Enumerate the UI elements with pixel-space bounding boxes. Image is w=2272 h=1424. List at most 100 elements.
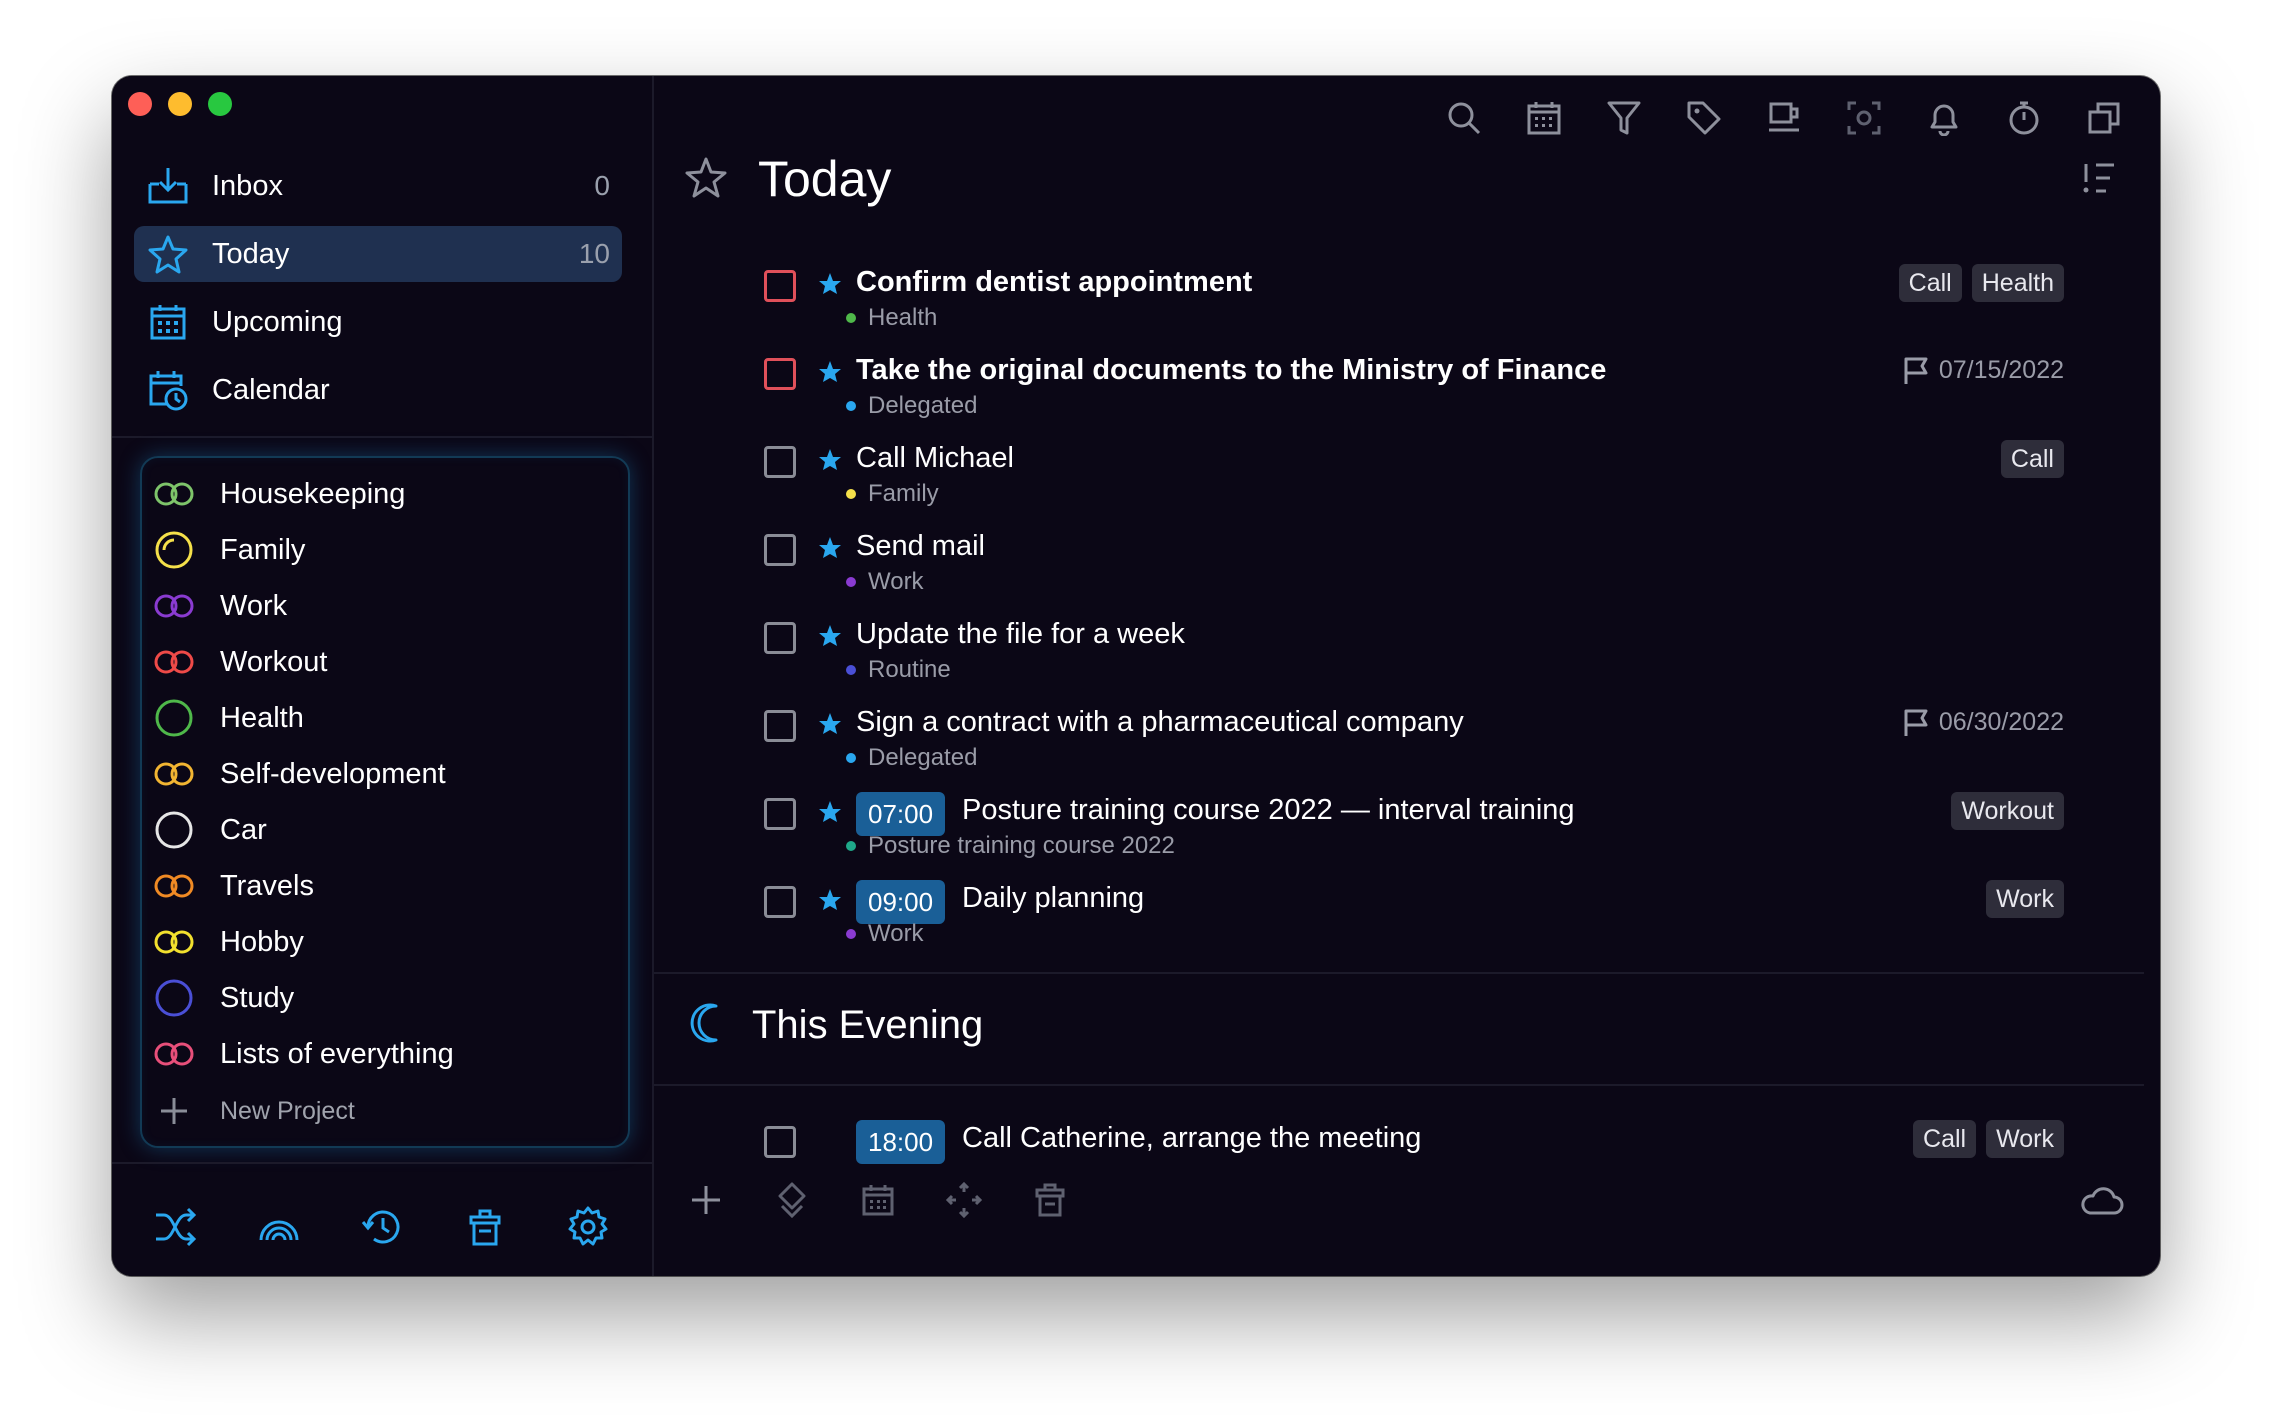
traffic-lights xyxy=(128,92,232,116)
zoom-window-button[interactable] xyxy=(208,92,232,116)
project-item-workout[interactable]: Workout xyxy=(142,634,628,690)
task-row[interactable]: Confirm dentist appointment Health Call … xyxy=(764,260,2064,340)
cloud-icon[interactable] xyxy=(2080,1186,2124,1221)
tag-call[interactable]: Call xyxy=(2000,440,2064,478)
tag-work[interactable]: Work xyxy=(1986,1120,2064,1158)
task-row[interactable]: Call Michael Family Call xyxy=(764,436,2064,516)
star-icon[interactable] xyxy=(818,624,842,653)
project-item-housekeeping[interactable]: Housekeeping xyxy=(142,466,628,522)
sidebar-item-calendar[interactable]: Calendar xyxy=(134,362,622,418)
project-item-work[interactable]: Work xyxy=(142,578,628,634)
evening-section-header: This Evening xyxy=(690,1002,983,1049)
project-item-study[interactable]: Study xyxy=(142,970,628,1026)
tag-icon[interactable] xyxy=(1680,94,1728,142)
task-checkbox[interactable] xyxy=(764,798,796,830)
task-row[interactable]: 09:00 Daily planning Work Work xyxy=(764,876,2064,956)
trash-icon[interactable] xyxy=(459,1201,511,1253)
project-item-health[interactable]: Health xyxy=(142,690,628,746)
task-row[interactable]: 07:00 Posture training course 2022 — int… xyxy=(764,788,2064,868)
time-badge[interactable]: 07:00 xyxy=(856,792,946,836)
task-checkbox[interactable] xyxy=(764,1126,796,1158)
task-row[interactable]: Take the original documents to the Minis… xyxy=(764,348,2064,428)
sidebar-bottom-divider xyxy=(112,1162,652,1164)
project-item-self-development[interactable]: Self-development xyxy=(142,746,628,802)
rainbow-icon[interactable] xyxy=(253,1201,305,1253)
timer-icon[interactable] xyxy=(2000,94,2048,142)
close-window-button[interactable] xyxy=(128,92,152,116)
task-tags: Call Health xyxy=(1898,264,2064,302)
task-checkbox[interactable] xyxy=(764,622,796,654)
task-checkbox[interactable] xyxy=(764,446,796,478)
project-label: Study xyxy=(220,981,295,1014)
copy-icon[interactable] xyxy=(2080,94,2128,142)
project-list: Housekeeping Family Work Workout Health … xyxy=(140,456,630,1148)
bell-icon[interactable] xyxy=(1920,94,1968,142)
task-row[interactable]: Send mail Work xyxy=(764,524,2064,604)
calendar-grid-icon[interactable] xyxy=(1520,94,1568,142)
infinity-icon xyxy=(150,922,198,962)
time-badge[interactable]: 09:00 xyxy=(856,880,946,924)
filter-icon[interactable] xyxy=(1600,94,1648,142)
tag-health[interactable]: Health xyxy=(1971,264,2064,302)
sidebar-item-label: Today xyxy=(212,237,290,270)
minimize-window-button[interactable] xyxy=(168,92,192,116)
plus-icon xyxy=(150,1091,198,1131)
task-row[interactable]: Update the file for a week Routine xyxy=(764,612,2064,692)
time-badge[interactable]: 18:00 xyxy=(856,1120,946,1164)
project-item-car[interactable]: Car xyxy=(142,802,628,858)
task-checkbox[interactable] xyxy=(764,534,796,566)
project-dot xyxy=(846,401,856,411)
sidebar-divider xyxy=(112,436,652,438)
new-project-button[interactable]: New Project xyxy=(142,1082,628,1140)
coffee-icon[interactable] xyxy=(1760,94,1808,142)
focus-icon[interactable] xyxy=(1840,94,1888,142)
star-icon[interactable] xyxy=(818,800,842,829)
task-checkbox[interactable] xyxy=(764,270,796,302)
add-icon[interactable] xyxy=(682,1176,730,1224)
tag-workout[interactable]: Workout xyxy=(1951,792,2064,830)
trash-icon[interactable] xyxy=(1026,1176,1074,1224)
project-item-hobby[interactable]: Hobby xyxy=(142,914,628,970)
star-icon[interactable] xyxy=(818,536,842,565)
arrows-icon[interactable] xyxy=(940,1176,988,1224)
shuffle-icon[interactable] xyxy=(150,1201,202,1253)
star-icon[interactable] xyxy=(818,712,842,741)
project-label: Car xyxy=(220,813,267,846)
calendar-clock-icon xyxy=(144,366,192,414)
project-label: Family xyxy=(220,533,306,566)
section-divider xyxy=(654,972,2144,974)
task-checkbox[interactable] xyxy=(764,710,796,742)
project-item-family[interactable]: Family xyxy=(142,522,628,578)
section-divider xyxy=(654,1084,2144,1086)
star-icon[interactable] xyxy=(818,272,842,301)
history-icon[interactable] xyxy=(356,1201,408,1253)
due-date-label: 07/15/2022 xyxy=(1938,356,2064,384)
moon-small-icon[interactable] xyxy=(818,1128,840,1157)
task-project-label: Routine xyxy=(868,656,951,683)
search-icon[interactable] xyxy=(1440,94,1488,142)
task-project: Work xyxy=(846,568,924,596)
sort-priority-icon[interactable] xyxy=(2082,162,2118,199)
tag-call[interactable]: Call xyxy=(1898,264,1962,302)
task-row[interactable]: Sign a contract with a pharmaceutical co… xyxy=(764,700,2064,780)
inbox-icon xyxy=(144,162,192,210)
star-icon[interactable] xyxy=(818,448,842,477)
move-icon[interactable] xyxy=(768,1176,816,1224)
tag-call[interactable]: Call xyxy=(1913,1120,1977,1158)
task-checkbox[interactable] xyxy=(764,358,796,390)
sidebar-item-today[interactable]: Today 10 xyxy=(134,226,622,282)
sidebar-nav: Inbox 0 Today 10 Upcoming Calendar xyxy=(134,158,622,430)
settings-icon[interactable] xyxy=(562,1201,614,1253)
calendar-grid-icon[interactable] xyxy=(854,1176,902,1224)
sidebar-item-inbox[interactable]: Inbox 0 xyxy=(134,158,622,214)
task-title: Send mail xyxy=(856,530,985,562)
star-icon[interactable] xyxy=(818,888,842,917)
project-item-lists-of-everything[interactable]: Lists of everything xyxy=(142,1026,628,1082)
moon-icon xyxy=(690,1002,726,1049)
tag-work[interactable]: Work xyxy=(1986,880,2064,918)
task-checkbox[interactable] xyxy=(764,886,796,918)
sidebar-item-upcoming[interactable]: Upcoming xyxy=(134,294,622,350)
project-item-travels[interactable]: Travels xyxy=(142,858,628,914)
star-icon[interactable] xyxy=(818,360,842,389)
task-title: Update the file for a week xyxy=(856,618,1185,650)
